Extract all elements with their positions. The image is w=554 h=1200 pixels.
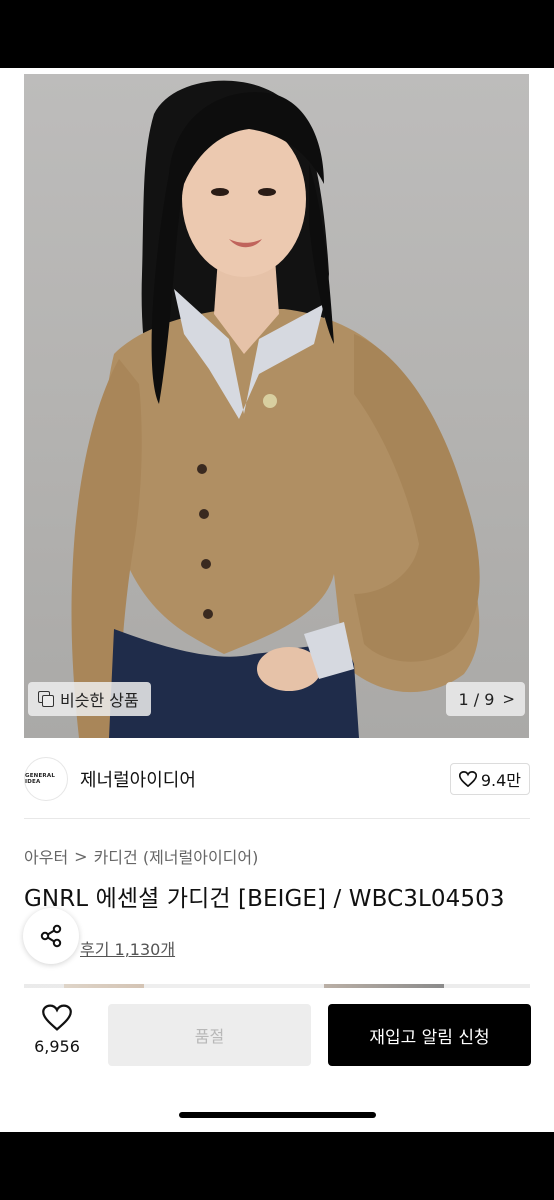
chevron-right-icon: > (502, 690, 515, 708)
brand-row[interactable]: GENERAL IDEA 제너럴아이디어 9.4만 (24, 756, 530, 802)
breadcrumb-category[interactable]: 아우터 (24, 844, 68, 868)
product-detail-screen: 비슷한 상품 1 / 9 > GENERAL IDEA 제너럴아이디어 9.4만… (0, 68, 554, 1132)
breadcrumb-separator: > (74, 846, 88, 866)
breadcrumb-subcategory[interactable]: 카디건 (제너럴아이디어) (94, 844, 259, 868)
wishlist-button[interactable]: 6,956 (28, 1004, 86, 1056)
home-indicator (179, 1112, 376, 1118)
image-pager[interactable]: 1 / 9 > (446, 682, 525, 716)
brand-name[interactable]: 제너럴아이디어 (80, 766, 196, 792)
similar-products-icon (38, 691, 54, 707)
share-icon (40, 924, 62, 948)
bottom-bezel (0, 1132, 554, 1200)
product-photo-illustration (71, 80, 480, 738)
heart-icon (42, 1004, 72, 1031)
restock-notify-button[interactable]: 재입고 알림 신청 (328, 1004, 531, 1066)
product-image[interactable]: 비슷한 상품 1 / 9 > (24, 74, 529, 738)
brand-like-button[interactable]: 9.4만 (449, 763, 530, 795)
brand-logo[interactable]: GENERAL IDEA (24, 757, 68, 801)
review-link[interactable]: 후기 1,130개 (80, 936, 175, 960)
heart-icon (458, 771, 477, 787)
similar-products-button[interactable]: 비슷한 상품 (28, 682, 151, 716)
wishlist-count: 6,956 (34, 1037, 80, 1056)
divider (24, 818, 530, 819)
breadcrumb: 아우터 > 카디건 (제너럴아이디어) (24, 844, 258, 868)
similar-products-label: 비슷한 상품 (60, 691, 139, 710)
status-bar (0, 0, 554, 68)
bottom-action-bar: 6,956 품절 재입고 알림 신청 (0, 988, 554, 1132)
brand-like-count: 9.4만 (480, 771, 521, 790)
soldout-button: 품절 (108, 1004, 311, 1066)
share-button[interactable] (23, 908, 79, 964)
pager-text: 1 / 9 (458, 689, 495, 709)
product-title: GNRL 에센셜 가디건 [BEIGE] / WBC3L04503 (24, 886, 505, 912)
